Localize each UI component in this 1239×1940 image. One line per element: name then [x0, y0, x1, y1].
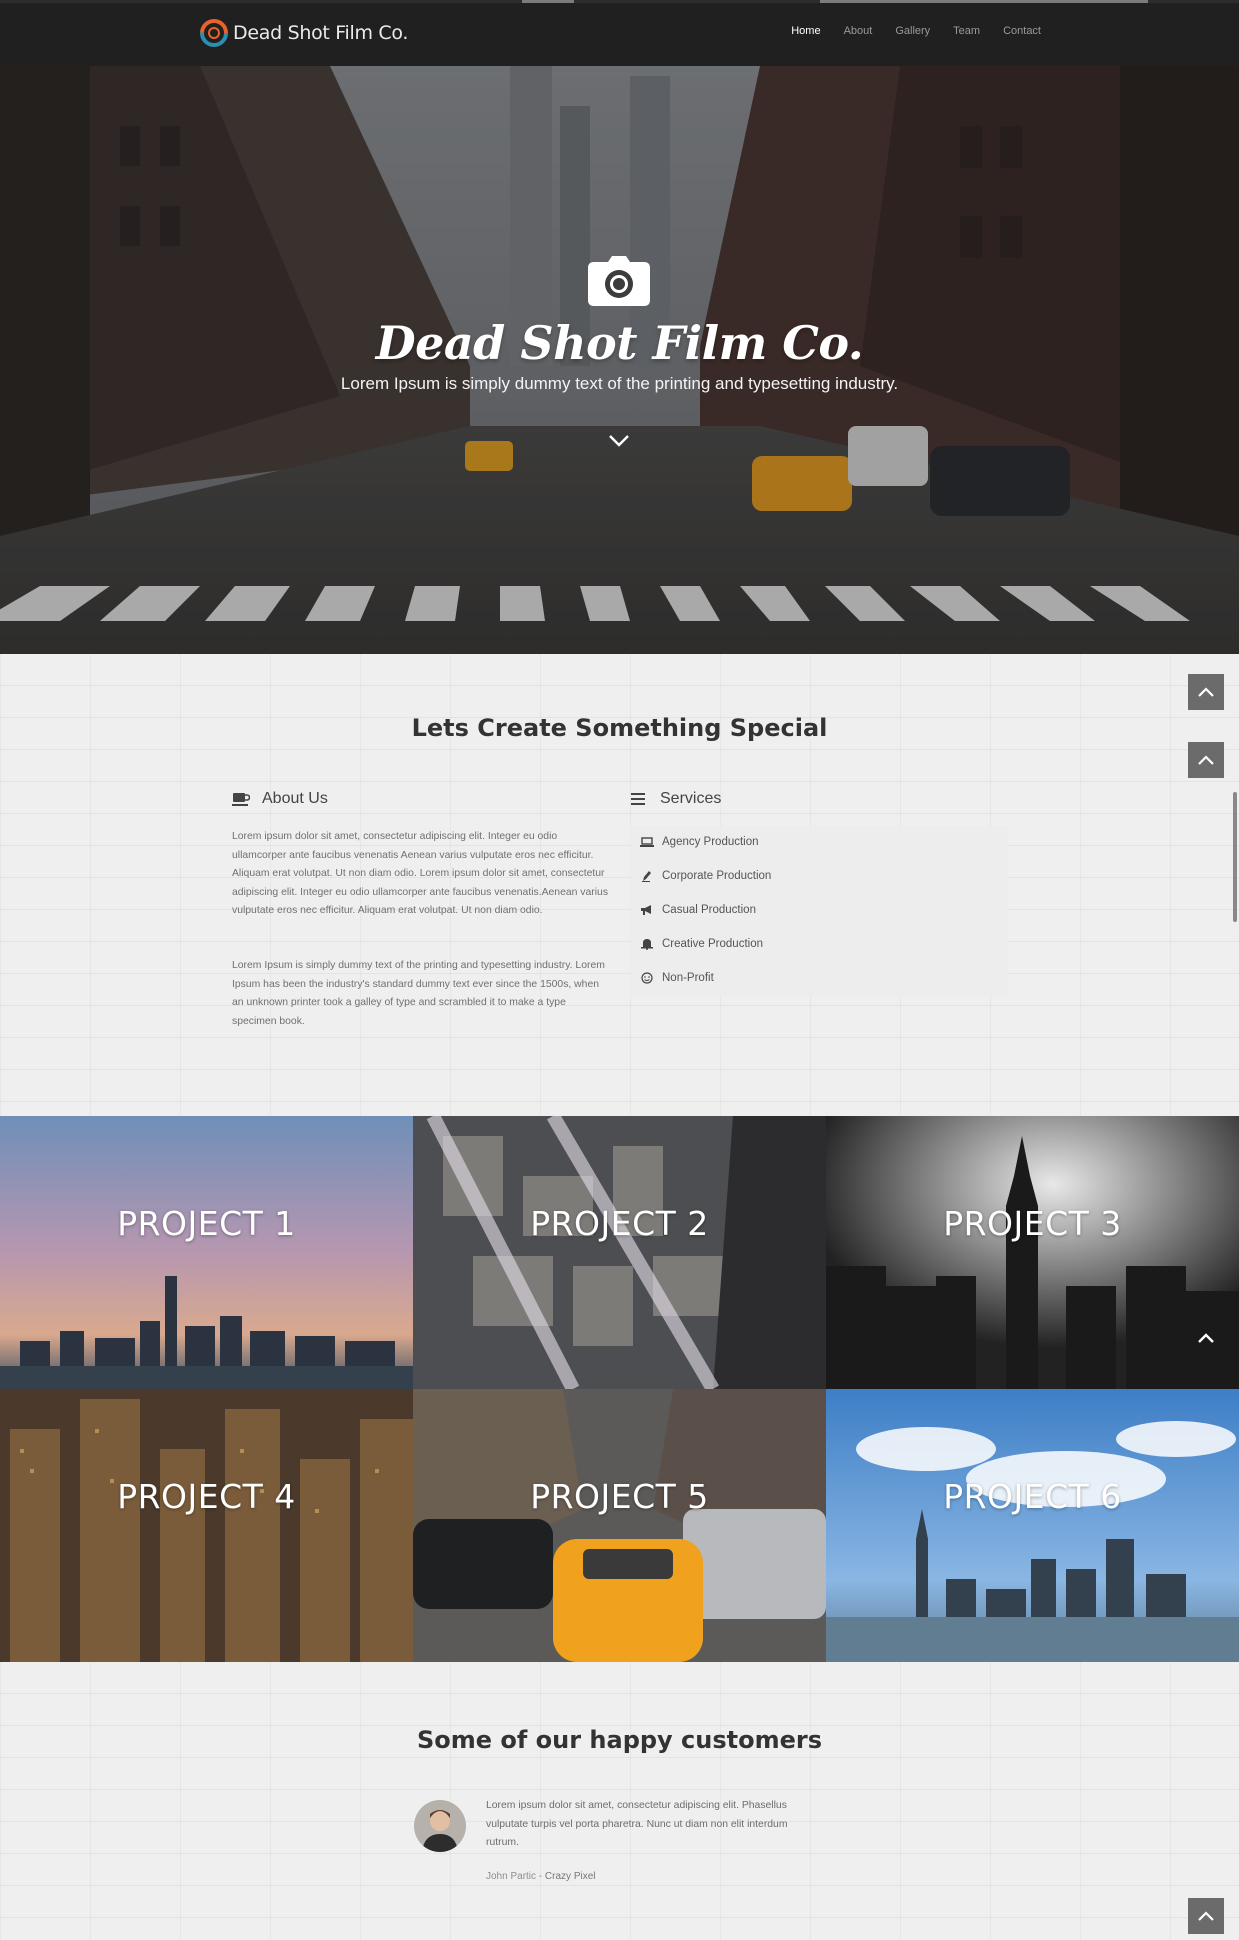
camera-icon — [588, 256, 650, 306]
smile-icon — [641, 972, 653, 984]
project-tile-1[interactable]: PROJECT 1 — [0, 1116, 413, 1389]
project-tile-4[interactable]: PROJECT 4 — [0, 1389, 413, 1662]
service-label: Corporate Production — [662, 870, 772, 882]
laptop-icon — [640, 837, 654, 847]
author-name: John Partic — [486, 1871, 537, 1882]
chevron-down-icon[interactable] — [608, 434, 630, 448]
project-2-image — [413, 1116, 826, 1389]
service-item-agency[interactable]: Agency Production — [640, 836, 759, 848]
chevron-up-icon — [1198, 1911, 1214, 1921]
coffee-cup-icon — [232, 793, 250, 806]
chevron-up-icon[interactable] — [1197, 1332, 1215, 1344]
nav-team[interactable]: Team — [953, 25, 980, 37]
project-tile-2[interactable]: PROJECT 2 — [413, 1116, 826, 1389]
project-1-image — [0, 1116, 413, 1389]
about-heading: About Us — [232, 790, 328, 808]
hero-section: Dead Shot Film Co. Lorem Ipsum is simply… — [0, 66, 1239, 654]
brand[interactable]: Dead Shot Film Co. — [198, 15, 408, 51]
nav-contact[interactable]: Contact — [1003, 25, 1041, 37]
service-label: Casual Production — [662, 904, 756, 916]
services-heading: Services — [630, 790, 721, 808]
project-label: PROJECT 5 — [530, 1477, 709, 1516]
testimonial-text: Lorem ipsum dolor sit amet, consectetur … — [486, 1800, 788, 1849]
project-6-image — [826, 1389, 1239, 1662]
hero-title: Dead Shot Film Co. — [375, 316, 864, 370]
project-4-image — [0, 1389, 413, 1662]
project-label: PROJECT 2 — [530, 1204, 709, 1243]
project-tile-5[interactable]: PROJECT 5 — [413, 1389, 826, 1662]
scroll-top-button[interactable] — [1188, 742, 1224, 778]
services-heading-label: Services — [660, 790, 722, 807]
pen-icon — [642, 871, 651, 882]
nav-gallery[interactable]: Gallery — [895, 25, 930, 37]
service-label: Agency Production — [662, 836, 759, 848]
project-tile-6[interactable]: PROJECT 6 — [826, 1389, 1239, 1662]
chevron-up-icon — [1198, 687, 1214, 697]
about-paragraph-1: Lorem ipsum dolor sit amet, consectetur … — [232, 831, 609, 917]
project-label: PROJECT 4 — [117, 1477, 296, 1516]
service-label: Creative Production — [662, 938, 763, 950]
top-accent-line — [0, 0, 1239, 3]
project-5-image — [413, 1389, 826, 1662]
author-separator: - — [536, 1871, 545, 1882]
bullhorn-icon — [641, 905, 651, 915]
chevron-up-icon — [1198, 755, 1214, 765]
about-heading-label: About Us — [262, 790, 328, 807]
service-item-casual[interactable]: Casual Production — [640, 904, 756, 916]
avatar — [414, 1800, 466, 1852]
author-company: Crazy Pixel — [544, 1871, 596, 1882]
project-label: PROJECT 1 — [117, 1204, 296, 1243]
project-tile-3[interactable]: PROJECT 3 — [826, 1116, 1239, 1389]
about-paragraph-2: Lorem Ipsum is simply dummy text of the … — [232, 960, 605, 1027]
customers-title: Some of our happy customers — [416, 1726, 823, 1754]
project-label: PROJECT 3 — [943, 1204, 1122, 1243]
main-nav: Home About Gallery Team Contact — [768, 25, 1041, 37]
project-3-image — [826, 1116, 1239, 1389]
nav-home[interactable]: Home — [791, 25, 820, 37]
list-icon — [631, 793, 645, 805]
hero-subtitle: Lorem Ipsum is simply dummy text of the … — [340, 374, 899, 393]
service-item-nonprofit[interactable]: Non-Profit — [640, 972, 714, 984]
service-item-corporate[interactable]: Corporate Production — [640, 870, 771, 882]
brand-logo-icon — [200, 19, 228, 47]
testimonial-author: John Partic - Crazy Pixel — [486, 1871, 596, 1882]
bell-icon — [641, 939, 653, 950]
brand-name: Dead Shot Film Co. — [233, 22, 409, 44]
scroll-top-button[interactable] — [1188, 1898, 1224, 1934]
page-scrollbar[interactable] — [1233, 792, 1237, 922]
scroll-top-button[interactable] — [1188, 674, 1224, 710]
projects-gallery: PROJECT 1 PROJECT 2 PROJECT 3 PROJECT 4 … — [0, 1116, 1239, 1662]
top-navbar: Dead Shot Film Co. Home About Gallery Te… — [0, 0, 1239, 66]
service-item-creative[interactable]: Creative Production — [640, 938, 763, 950]
service-label: Non-Profit — [662, 972, 714, 984]
project-label: PROJECT 6 — [943, 1477, 1122, 1516]
nav-about[interactable]: About — [844, 25, 873, 37]
intro-title: Lets Create Something Special — [411, 714, 828, 742]
